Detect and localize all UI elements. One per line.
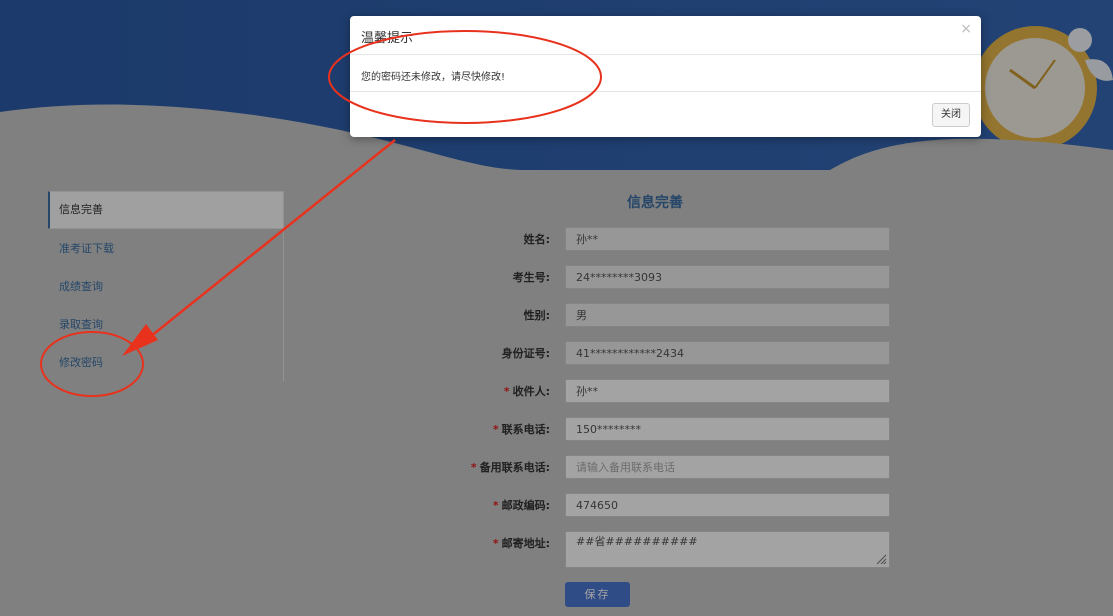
alert-dialog: 温馨提示 × 您的密码还未修改，请尽快修改! 关闭 — [350, 16, 981, 137]
dialog-message: 您的密码还未修改，请尽快修改! — [361, 72, 506, 83]
dialog-title: 温馨提示 — [361, 31, 414, 46]
dialog-footer: 关闭 — [350, 92, 981, 137]
dialog-header: 温馨提示 × — [350, 16, 981, 55]
close-button[interactable]: 关闭 — [932, 103, 970, 127]
close-icon[interactable]: × — [960, 21, 972, 37]
dialog-body: 您的密码还未修改，请尽快修改! — [350, 55, 981, 92]
